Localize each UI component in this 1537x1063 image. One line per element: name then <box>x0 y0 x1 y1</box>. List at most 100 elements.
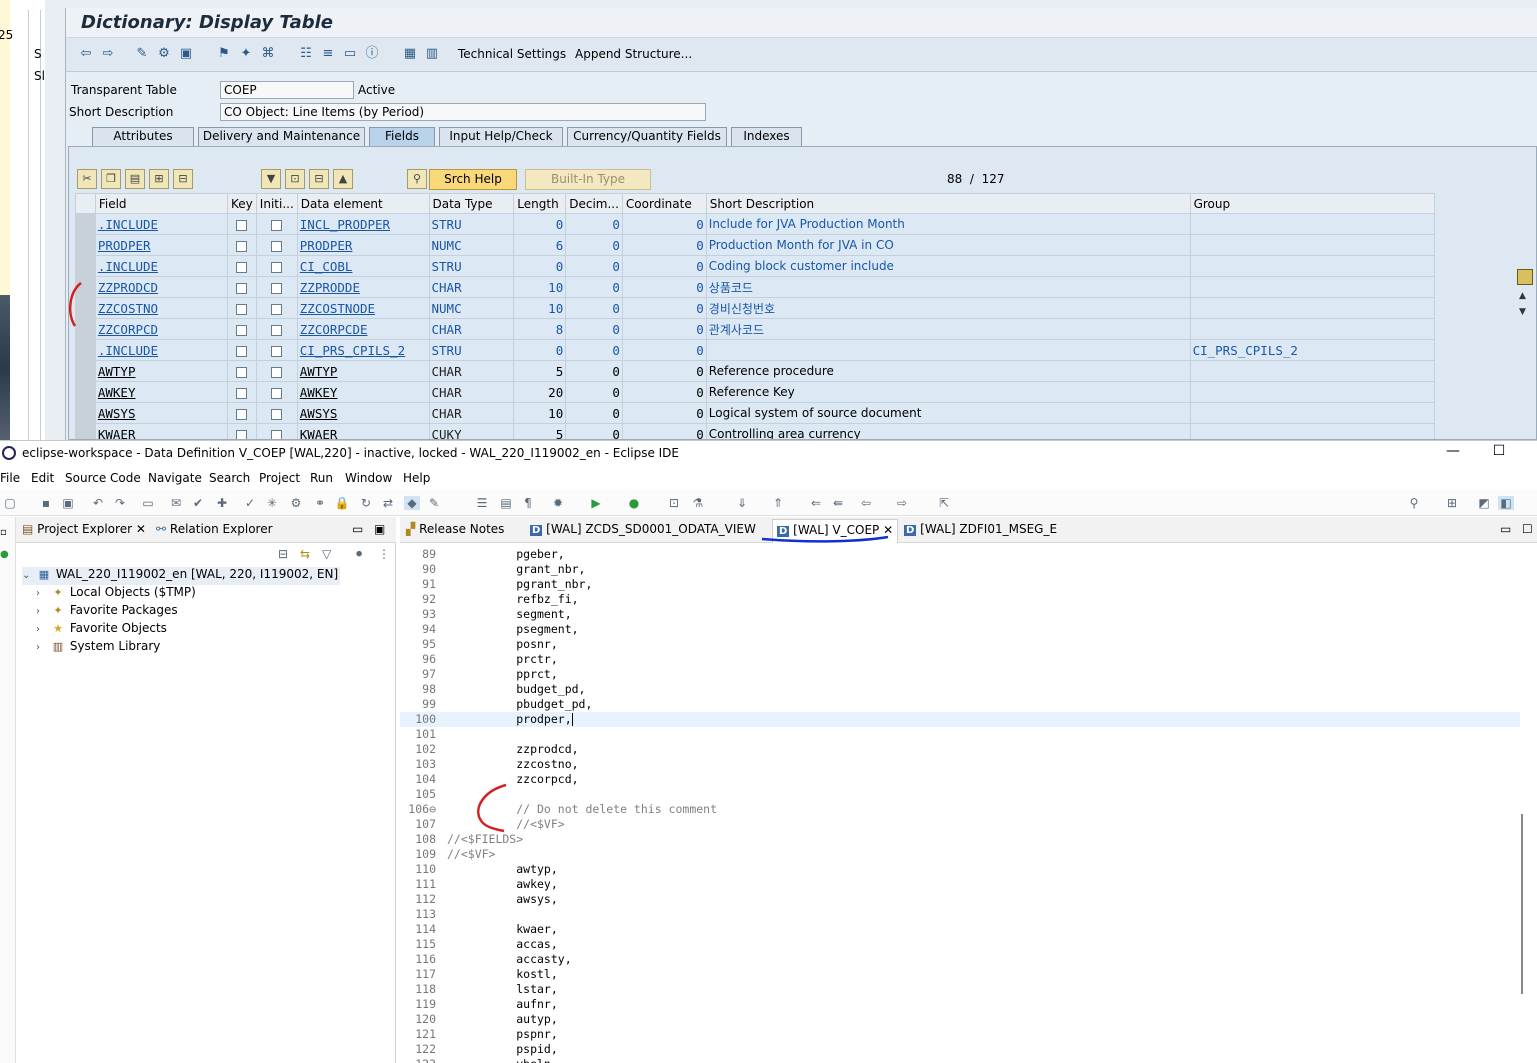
scroll-down-icon[interactable]: ▼ <box>1519 307 1526 317</box>
tab-fields[interactable]: Fields <box>369 127 435 146</box>
info-icon[interactable]: ⓘ <box>364 46 380 62</box>
column-header-decimals[interactable]: Decim... <box>565 193 623 214</box>
save-icon[interactable]: ▪ <box>38 496 54 510</box>
row-selector[interactable] <box>75 423 96 439</box>
tree-item-local-objects[interactable]: › ✦ Local Objects ($TMP) <box>36 585 196 603</box>
code-line[interactable]: 103 zzcostno, <box>400 757 1520 772</box>
copy-icon[interactable]: ❐ <box>101 169 121 189</box>
initial-checkbox[interactable] <box>255 276 298 298</box>
display-object-list-icon[interactable]: ≡ <box>320 46 336 62</box>
perspective-abap-icon[interactable]: ◩ <box>1476 496 1492 510</box>
tab-delivery-maintenance[interactable]: Delivery and Maintenance <box>198 127 365 146</box>
code-line[interactable]: 98 budget_pd, <box>400 682 1520 697</box>
checkbox[interactable] <box>271 240 283 252</box>
table-row[interactable]: ZZCOSTNO ZZCOSTNODE NUMC 10 0 0 경비신청번호 <box>75 297 1435 319</box>
view-menu-icon[interactable]: ⋮ <box>378 547 390 561</box>
maximize-editor-icon[interactable]: ☐ <box>1522 522 1533 536</box>
checkbox[interactable] <box>271 366 283 378</box>
forward-arrow-icon[interactable]: ⇨ <box>100 46 116 62</box>
checkbox[interactable] <box>271 282 283 294</box>
run-check-icon[interactable]: ✔ <box>190 496 206 510</box>
pilcrow-icon[interactable]: ¶ <box>520 496 536 510</box>
table-row[interactable]: AWSYS AWSYS CHAR 10 0 0 Logical system of sour… <box>75 402 1435 424</box>
initial-checkbox[interactable] <box>255 381 298 403</box>
show-all-icon[interactable]: ⚫ <box>354 547 364 561</box>
column-header-short-description[interactable]: Short Description <box>705 193 1191 214</box>
srch-help-button[interactable]: Srch Help <box>429 169 517 190</box>
checkbox[interactable] <box>236 219 248 231</box>
code-line[interactable]: 93 segment, <box>400 607 1520 622</box>
row-selector-header[interactable] <box>75 193 96 214</box>
checkbox[interactable] <box>236 240 248 252</box>
column-header-data-element[interactable]: Data element <box>296 193 430 214</box>
table-row[interactable]: ZZPRODCD ZZPRODDE CHAR 10 0 0 상품코드 <box>75 276 1435 298</box>
forward-nav-icon[interactable]: ⇨ <box>894 496 910 510</box>
checkbox[interactable] <box>271 219 283 231</box>
code-line[interactable]: 107 //<$VF> <box>400 817 1520 832</box>
table-row[interactable]: PRODPER PRODPER NUMC 6 0 0 Production Month fo… <box>75 234 1435 256</box>
search-help-icon[interactable]: ⚲ <box>407 169 427 189</box>
checkbox[interactable] <box>236 324 248 336</box>
column-header-length[interactable]: Length <box>513 193 567 214</box>
open-perspective-icon[interactable]: ⊞ <box>1444 496 1460 510</box>
code-line[interactable]: 118 lstar, <box>400 982 1520 997</box>
table-name-field[interactable]: COEP <box>220 81 354 99</box>
table-row[interactable]: KWAER KWAER CUKY 5 0 0 Controlling area curren… <box>75 423 1435 439</box>
code-line[interactable]: 89 pgeber, <box>400 547 1520 562</box>
scrollbar-thumb[interactable] <box>1521 814 1523 994</box>
initial-checkbox[interactable] <box>255 423 298 439</box>
table-settings-icon[interactable] <box>1517 269 1533 285</box>
code-line[interactable]: 105 <box>400 787 1520 802</box>
next-annotation-icon[interactable]: ⇓ <box>734 496 750 510</box>
initial-checkbox[interactable] <box>255 213 298 235</box>
checkbox[interactable] <box>236 429 248 439</box>
code-line[interactable]: 100 prodper, <box>400 712 1520 727</box>
maximize-view-icon[interactable]: ▣ <box>374 522 385 536</box>
code-line[interactable]: 99 pbudget_pd, <box>400 697 1520 712</box>
key-checkbox[interactable] <box>227 423 257 439</box>
trim-icon[interactable]: ▫ <box>0 527 7 538</box>
filter-down-icon[interactable]: ▼ <box>261 169 281 189</box>
code-line[interactable]: 119 aufnr, <box>400 997 1520 1012</box>
undo-icon[interactable]: ↶ <box>90 496 106 510</box>
chevron-down-icon[interactable]: ⌄ <box>22 570 36 581</box>
pin-icon[interactable]: ◆ <box>404 496 420 510</box>
checkbox[interactable] <box>236 261 248 273</box>
activate-icon[interactable]: ⚑ <box>216 46 232 62</box>
open-icon[interactable]: ✉ <box>168 496 184 510</box>
checkbox[interactable] <box>271 324 283 336</box>
initial-checkbox[interactable] <box>255 360 298 382</box>
open-type-icon[interactable]: ⊡ <box>666 496 682 510</box>
row-selector[interactable] <box>75 381 96 403</box>
insert-row-icon[interactable]: ⊞ <box>149 169 169 189</box>
row-selector[interactable] <box>75 360 96 382</box>
initial-checkbox[interactable] <box>255 339 298 361</box>
comment-icon[interactable]: ▤ <box>498 496 514 510</box>
back-icon[interactable]: ⇚ <box>830 496 846 510</box>
checkbox[interactable] <box>236 366 248 378</box>
menu-search[interactable]: Search <box>209 471 250 485</box>
filter-icon[interactable]: ▽ <box>322 547 331 561</box>
table-row[interactable]: AWKEY AWKEY CHAR 20 0 0 Reference Key <box>75 381 1435 403</box>
checkbox[interactable] <box>236 387 248 399</box>
code-line[interactable]: 113 <box>400 907 1520 922</box>
menu-navigate[interactable]: Navigate <box>148 471 202 485</box>
code-line[interactable]: 122 pspid, <box>400 1042 1520 1057</box>
trim-icon[interactable]: ● <box>0 549 9 560</box>
chevron-right-icon[interactable]: › <box>36 588 50 599</box>
key-checkbox[interactable] <box>227 339 257 361</box>
tab-input-help-check[interactable]: Input Help/Check <box>439 127 563 146</box>
new-icon[interactable]: ▢ <box>2 496 18 510</box>
code-line[interactable]: 109 //<$VF> <box>400 847 1520 862</box>
code-line[interactable]: 111 awkey, <box>400 877 1520 892</box>
navigation-window-icon[interactable]: ▭ <box>342 46 358 62</box>
back-arrow-icon[interactable]: ⇦ <box>78 46 94 62</box>
row-selector[interactable] <box>75 339 96 361</box>
tab-project-explorer[interactable]: ▤ Project Explorer ✕ <box>22 522 146 536</box>
checkbox[interactable] <box>271 261 283 273</box>
perspective-active-icon[interactable]: ◧ <box>1498 496 1514 510</box>
key-checkbox[interactable] <box>227 360 257 382</box>
run-external-icon[interactable]: ● <box>626 496 642 510</box>
tree-item-project[interactable]: ⌄ ▦ WAL_220_I119002_en [WAL, 220, I119002… <box>22 567 341 585</box>
initial-checkbox[interactable] <box>255 297 298 319</box>
